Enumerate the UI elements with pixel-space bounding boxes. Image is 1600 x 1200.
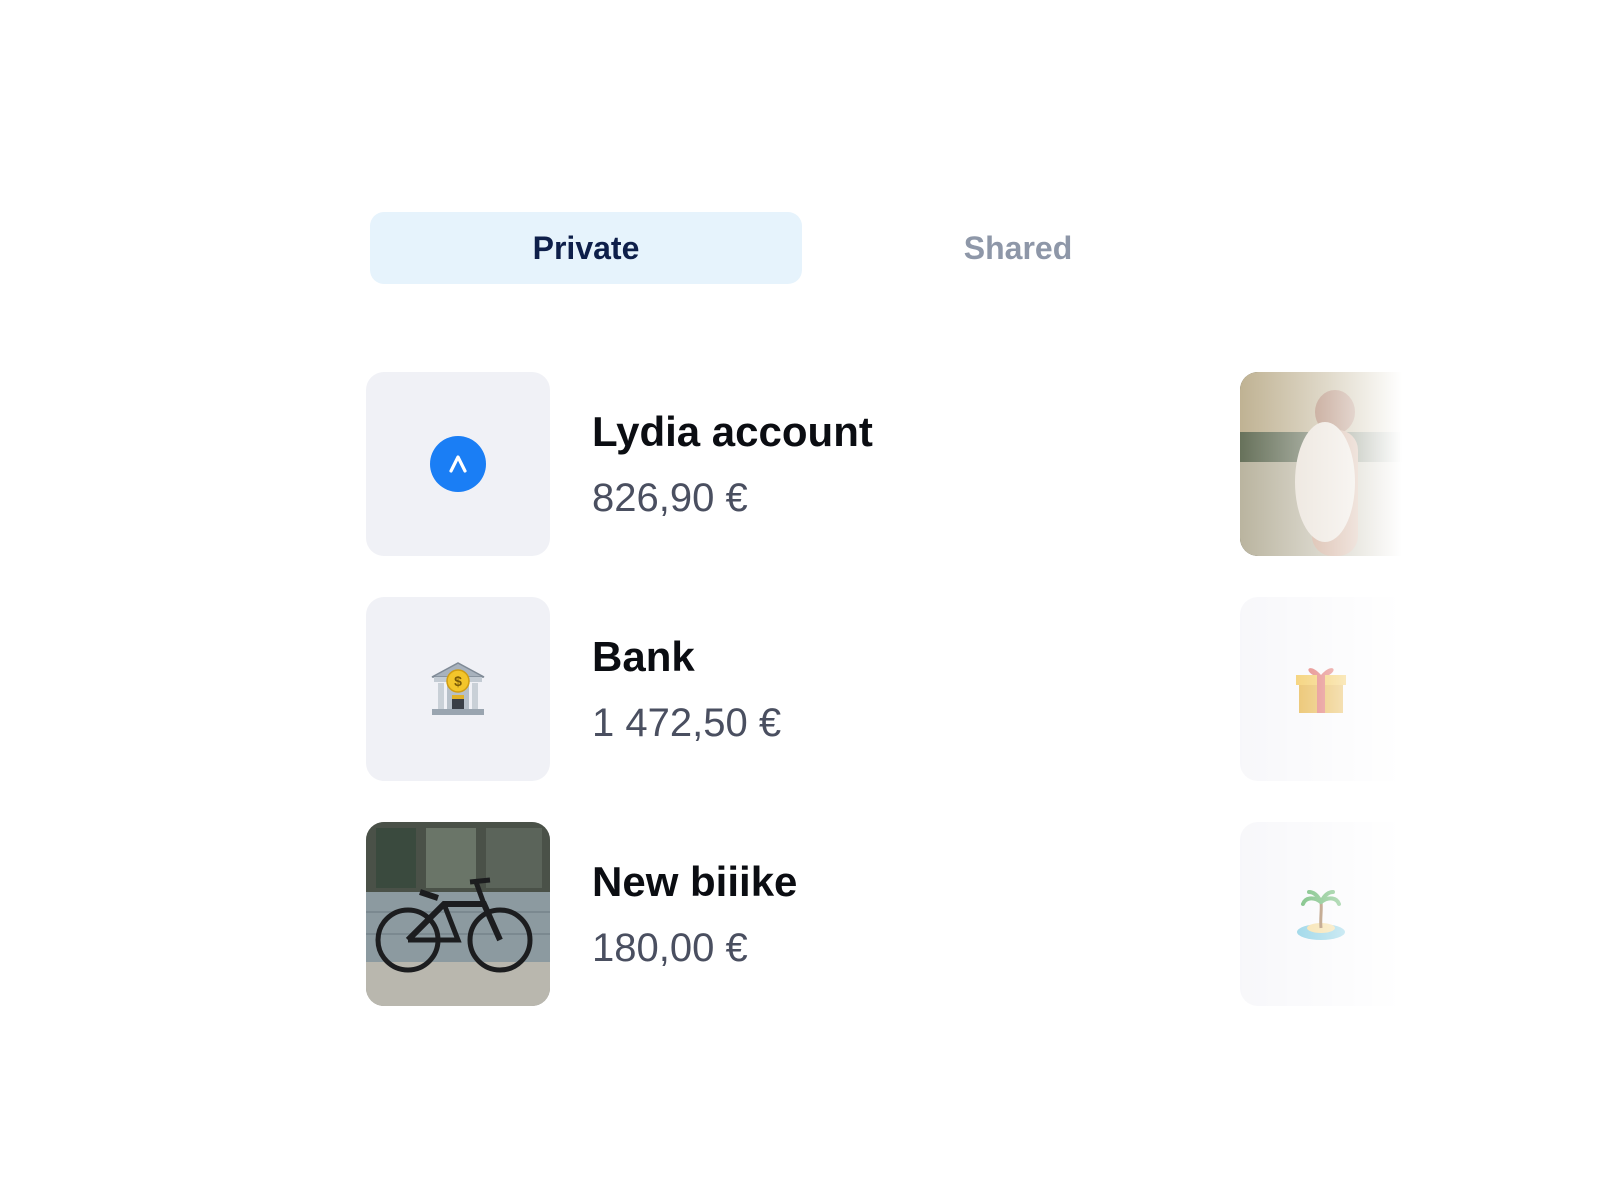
account-balance: 1 472,50 € <box>592 701 782 745</box>
bicycle-photo <box>366 822 550 1006</box>
lydia-logo-icon <box>430 436 486 492</box>
account-thumbnail <box>366 822 550 1006</box>
tab-private[interactable]: Private <box>370 212 802 284</box>
account-title: New biiike <box>592 858 798 905</box>
tab-shared[interactable]: Shared <box>802 212 1234 284</box>
shared-preview-card[interactable] <box>1240 597 1402 781</box>
account-thumbnail: $ <box>366 597 550 781</box>
bank-icon: $ <box>431 662 485 715</box>
gift-icon <box>1296 668 1346 713</box>
svg-text:$: $ <box>454 673 462 689</box>
account-title: Lydia account <box>592 408 873 455</box>
shared-preview-card[interactable] <box>1240 822 1402 1006</box>
shared-preview-card[interactable] <box>1240 372 1402 556</box>
desert-island-icon <box>1297 890 1345 940</box>
account-balance: 180,00 € <box>592 926 748 970</box>
account-balance: 826,90 € <box>592 476 748 520</box>
couple-photo <box>1240 372 1402 556</box>
account-title: Bank <box>592 633 695 680</box>
accounts-screen: Private Shared Lydia account 826,90 € $ … <box>0 0 1600 1200</box>
account-thumbnail <box>366 372 550 556</box>
account-type-switch: Private Shared <box>370 212 1234 284</box>
